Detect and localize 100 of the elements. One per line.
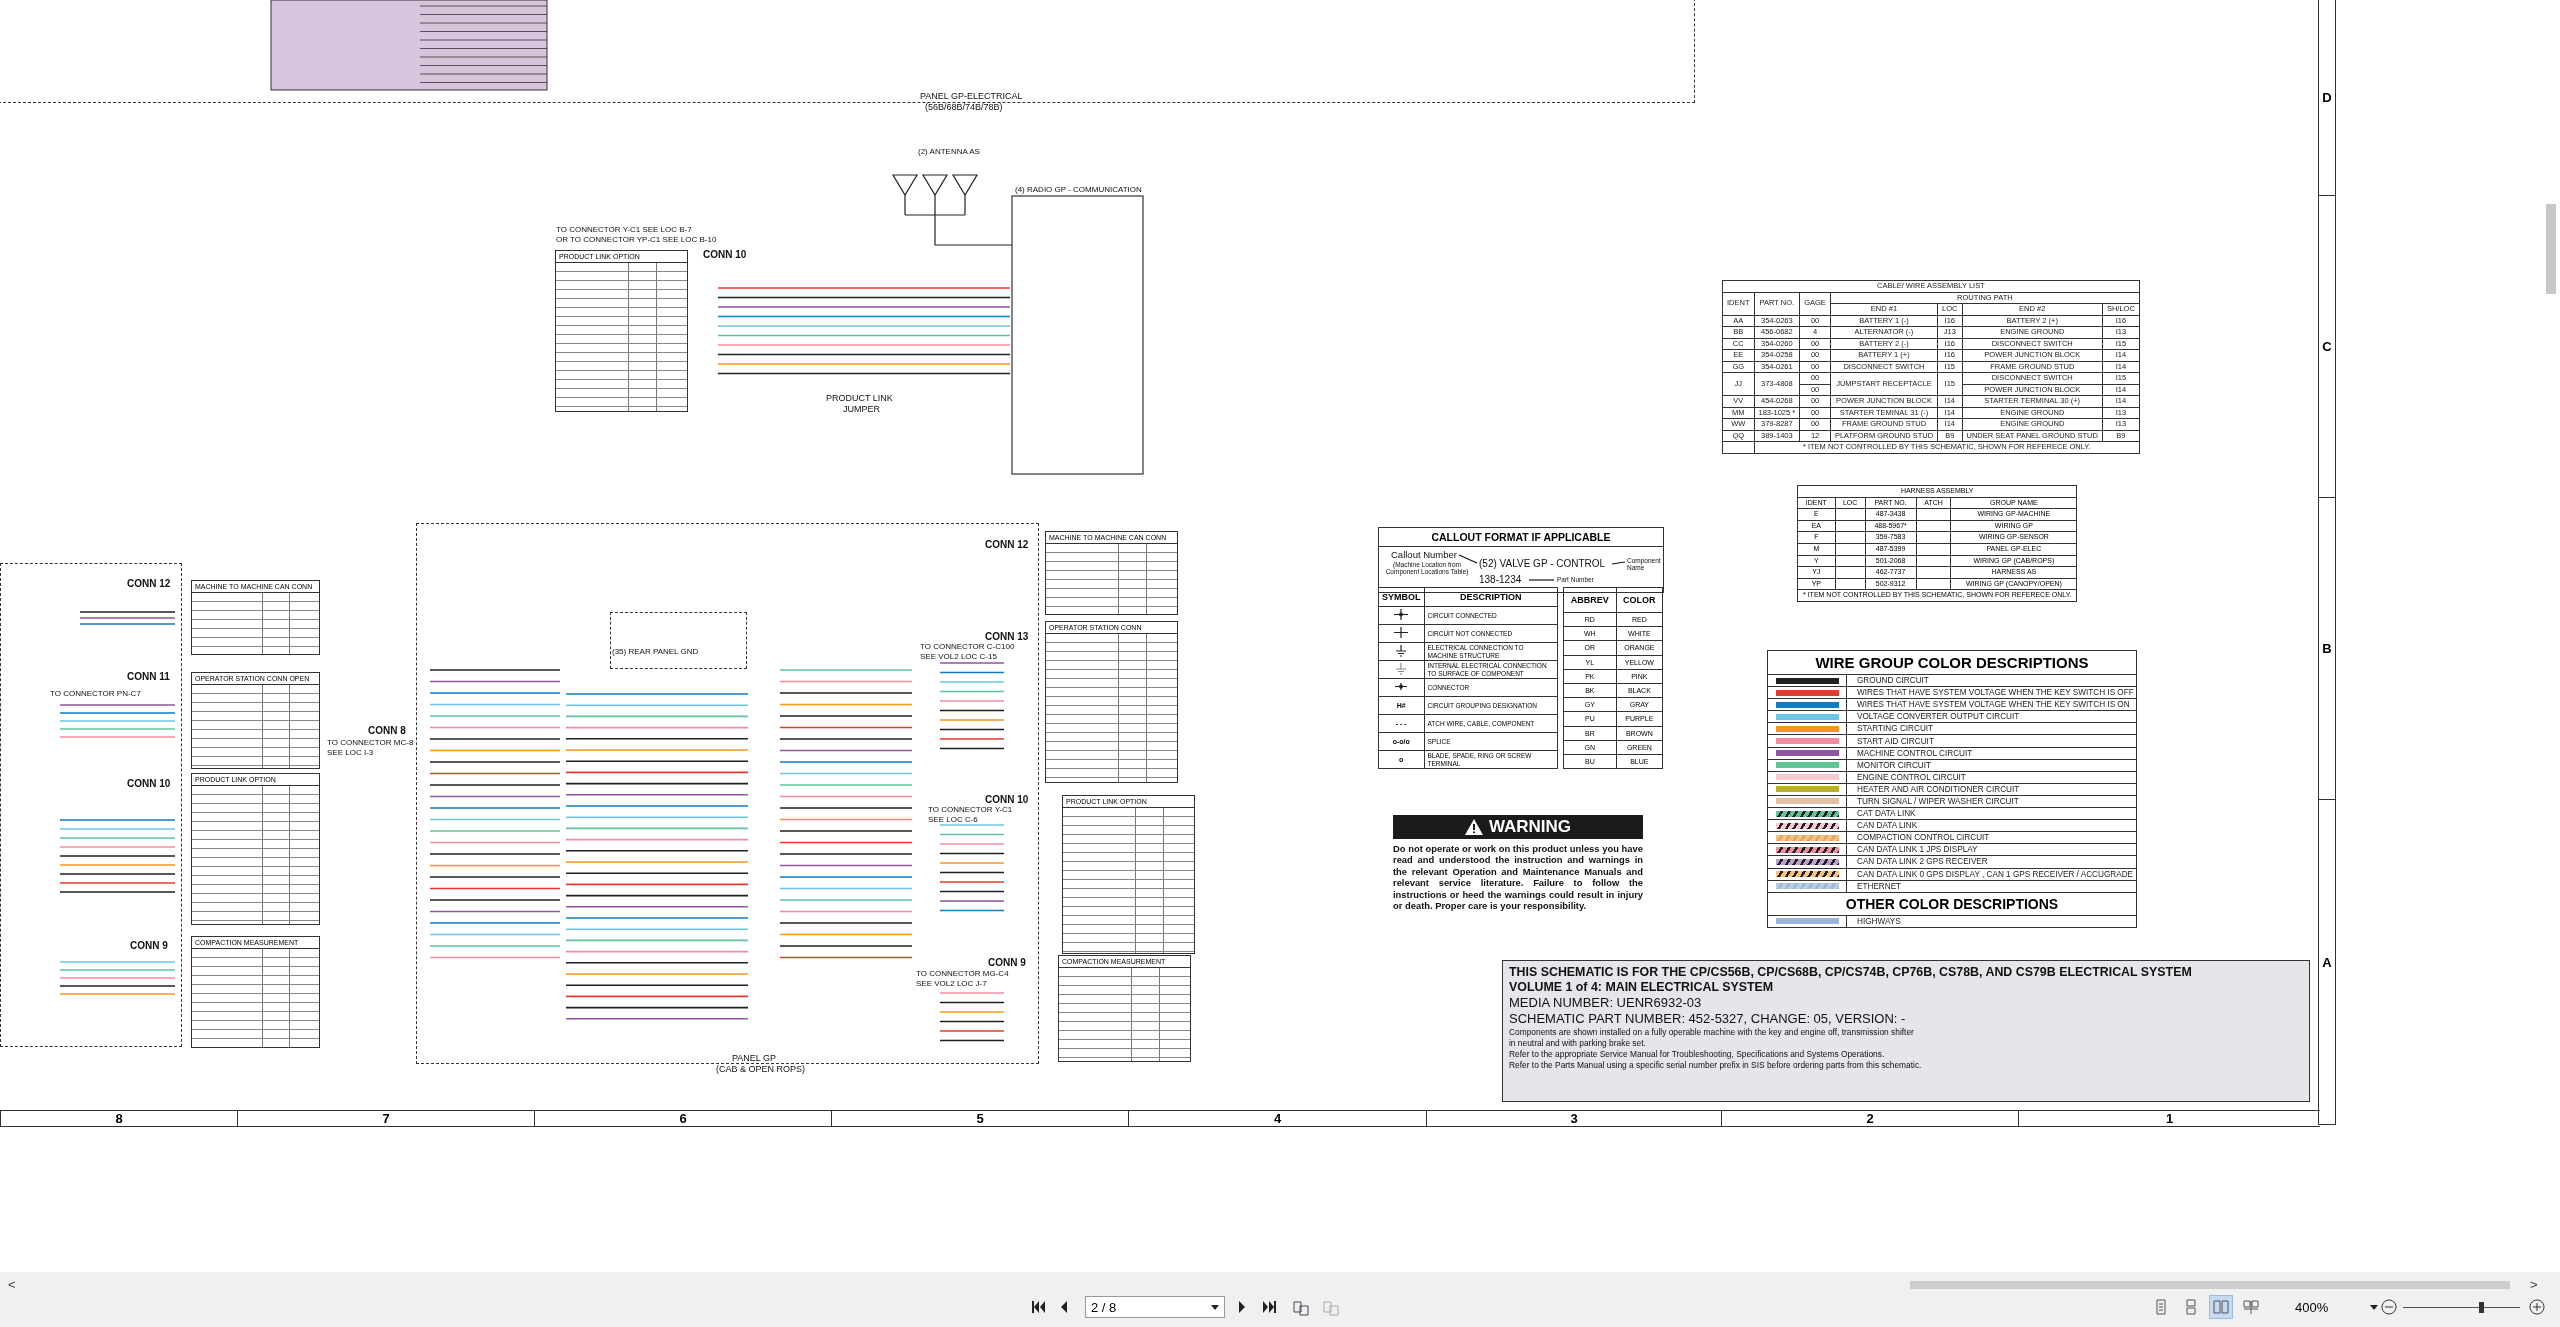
column-header: SYMBOL: [1378, 587, 1424, 607]
schematic-label: (35) REAR PANEL GND: [612, 648, 699, 656]
page-layout-icon: [2213, 1299, 2229, 1315]
zoom-in-glyph-icon: [2528, 1298, 2546, 1316]
legend-label: GROUND CIRCUIT: [1856, 676, 1929, 686]
scroll-right-button[interactable]: >: [2530, 1278, 2538, 1291]
page-layout-icon: [2183, 1299, 2199, 1315]
slider-thumb[interactable]: [2479, 1302, 2485, 1313]
schematic-label: PRODUCT LINK: [826, 394, 893, 403]
page-number-field[interactable]: 2 / 8: [1085, 1296, 1225, 1318]
title-note: Components are shown installed on a fully operable machine with the key and engine off, transmission shifter: [1509, 1027, 1915, 1037]
schematic-label: TO CONNECTOR MG-C4: [916, 970, 1009, 978]
warning-title: WARNING: [1488, 817, 1572, 837]
title-note: in neutral and with parking brake set.: [1509, 1038, 1647, 1048]
title-note: Refer to the appropriate Service Manual for Troubleshooting, Specifications and Systems Operations.: [1509, 1049, 1886, 1059]
connector-label: CONN 10: [985, 795, 1029, 805]
zoom-dropdown[interactable]: 400%: [2270, 1296, 2378, 1318]
component-example: (52) VALVE GP - CONTROL: [1479, 559, 1606, 569]
legend-label: ENGINE CONTROL CIRCUIT: [1856, 772, 1966, 782]
schematic-label: PANEL GP: [732, 1054, 776, 1063]
legend-label: VOLTAGE CONVERTER OUTPUT CIRCUIT: [1856, 712, 2020, 722]
schematic-label: JUMPER: [843, 405, 880, 414]
legend-label: TURN SIGNAL / WIPER WASHER CIRCUIT: [1856, 797, 2019, 806]
grid-column-number: 3: [1426, 1111, 1721, 1126]
media-number: MEDIA NUMBER: UENR6932-03: [1509, 995, 1703, 1010]
legend-label: WIRES THAT HAVE SYSTEM VOLTAGE WHEN THE KEY SWITCH IS OFF: [1856, 688, 2134, 698]
legend-label: HEATER AND AIR CONDITIONER CIRCUIT: [1856, 784, 2020, 794]
grid-column-number: 5: [831, 1111, 1128, 1126]
connector-label: CONN 10: [127, 779, 171, 789]
callout-label: Callout Number: [1391, 550, 1457, 560]
legend-label: WIRES THAT HAVE SYSTEM VOLTAGE WHEN THE KEY SWITCH IS ON: [1856, 700, 2130, 710]
legend-label: CAN DATA LINK 2 GPS RECEIVER: [1856, 857, 1988, 867]
grid-column-number: 1: [2018, 1111, 2320, 1126]
legend-label: CAT DATA LINK: [1856, 809, 1916, 819]
legend-title: WIRE GROUP COLOR DESCRIPTIONS: [1768, 651, 2136, 675]
scrollbar-thumb[interactable]: [2546, 204, 2556, 294]
cross-symbol-icon: [1393, 626, 1410, 640]
schematic-label: TO CONNECTOR Y-C1: [928, 806, 1013, 814]
grid-row-letter: A: [2319, 800, 2335, 1125]
schematic-label: TO CONNECTOR Y-C1 SEE LOC B-7: [556, 226, 692, 234]
legend-label: MACHINE CONTROL CIRCUIT: [1856, 748, 1973, 758]
warning-icon: [1464, 819, 1483, 835]
legend-label: ETHERNET: [1856, 881, 1902, 891]
column-header: ABBREV: [1563, 587, 1617, 613]
column-header: COLOR: [1616, 587, 1663, 613]
grid-row-letter: C: [2319, 196, 2335, 498]
first-page-glyph-icon: [1029, 1298, 1047, 1316]
page-copy-glyph-icon: [1292, 1298, 1310, 1316]
connector-label: CONN 11: [127, 672, 170, 682]
schematic-label: SEE VOL2 LOC C-15: [920, 653, 997, 661]
schematic-label: (4) RADIO GP - COMMUNICATION: [1015, 186, 1142, 194]
connector-label: CONN 10: [703, 250, 747, 260]
scrollbar-thumb[interactable]: [1910, 1281, 2510, 1289]
grid-column-number: 8: [0, 1111, 237, 1126]
legend-label: CAN DATA LINK 1 JPS DISPLAY: [1856, 845, 1978, 855]
schematic-label: OR TO CONNECTOR YP-C1 SEE LOC B-10: [556, 236, 717, 244]
schematic-label: TO CONNECTOR MC-8: [327, 739, 414, 747]
column-header: DESCRIPTION: [1424, 587, 1558, 607]
last-page-glyph-icon: [1261, 1298, 1279, 1316]
legend-label: COMPACTION CONTROL CIRCUIT: [1856, 833, 1990, 843]
grid-column-number: 2: [1721, 1111, 2018, 1126]
page-copy-glyph-icon: [1322, 1298, 1340, 1316]
grid-row-letter: D: [2319, 0, 2335, 196]
panel-title: CALLOUT FORMAT IF APPLICABLE: [1379, 528, 1663, 547]
title-heading: THIS SCHEMATIC IS FOR THE CP/CS56B, CP/CS68B, CP/CS74B, CP76B, CS78B, AND CS79B ELECTRICAL SYSTEM: [1509, 965, 2193, 979]
legend-label: CAN DATA LINK 0 GPS DISPLAY , CAN 1 GPS RECEIVER / ACCUGRADE: [1856, 869, 2134, 879]
legend-label: MONITOR CIRCUIT: [1856, 760, 1931, 770]
grid-column-number: 4: [1128, 1111, 1426, 1126]
schematic-label: SEE LOC I-3: [327, 749, 374, 757]
dropdown-caret-icon: [2370, 1304, 2378, 1310]
legend-label: CAN DATA LINK: [1856, 821, 1918, 831]
connector-label: CONN 9: [988, 958, 1026, 968]
schematic-label: SEE VOL2 LOC J-7: [916, 980, 987, 988]
title-note: Refer to the Parts Manual using a specific serial number prefix in SIS before ordering parts from this schematic.: [1509, 1060, 1923, 1070]
connector-label: CONN 12: [127, 579, 171, 589]
leader-line: [1611, 561, 1626, 565]
warning-text: Do not operate or work on this product unless you have read and understood the instruction and warnings in the relevant Operation and Maintenance Manuals and relevant service literature. Failure to follow the instructions or heed the warnings could result in injury or death. Proper care is your responsibility.: [1393, 843, 1643, 912]
connector-label: CONN 12: [985, 540, 1029, 550]
grid-column-number: 7: [237, 1111, 534, 1126]
grid-row-letter: B: [2319, 498, 2335, 800]
leader-line: [1528, 579, 1555, 581]
connector-label: CONN 9: [130, 941, 168, 951]
schematic-label: (CAB & OPEN ROPS): [716, 1065, 805, 1074]
schematic-label: (2) ANTENNA AS: [918, 148, 980, 156]
connector-label: CONN 13: [985, 632, 1029, 642]
legend-title: OTHER COLOR DESCRIPTIONS: [1768, 892, 2136, 916]
schematic-label: (56B/68B/74B/78B): [925, 103, 1003, 112]
page-layout-icon: [2243, 1299, 2259, 1315]
dropdown-caret-icon: [1211, 1304, 1219, 1310]
wiring-drawing: [939, 992, 1005, 1042]
title-heading: VOLUME 1 of 4: MAIN ELECTRICAL SYSTEM: [1509, 980, 1775, 994]
page-layout-icon: [2153, 1299, 2169, 1315]
leader-line: [1458, 554, 1478, 564]
zoom-out-glyph-icon: [2380, 1298, 2398, 1316]
legend-label: HIGHWAYS: [1856, 916, 1901, 926]
scroll-left-button[interactable]: <: [8, 1278, 16, 1291]
legend-label: START AID CIRCUIT: [1856, 736, 1934, 746]
connector-label: CONN 8: [368, 726, 406, 736]
dot-cross-symbol-icon: [1393, 608, 1410, 622]
part-number: SCHEMATIC PART NUMBER: 452-5327, CHANGE: 05, VERSION: -: [1509, 1011, 1907, 1026]
